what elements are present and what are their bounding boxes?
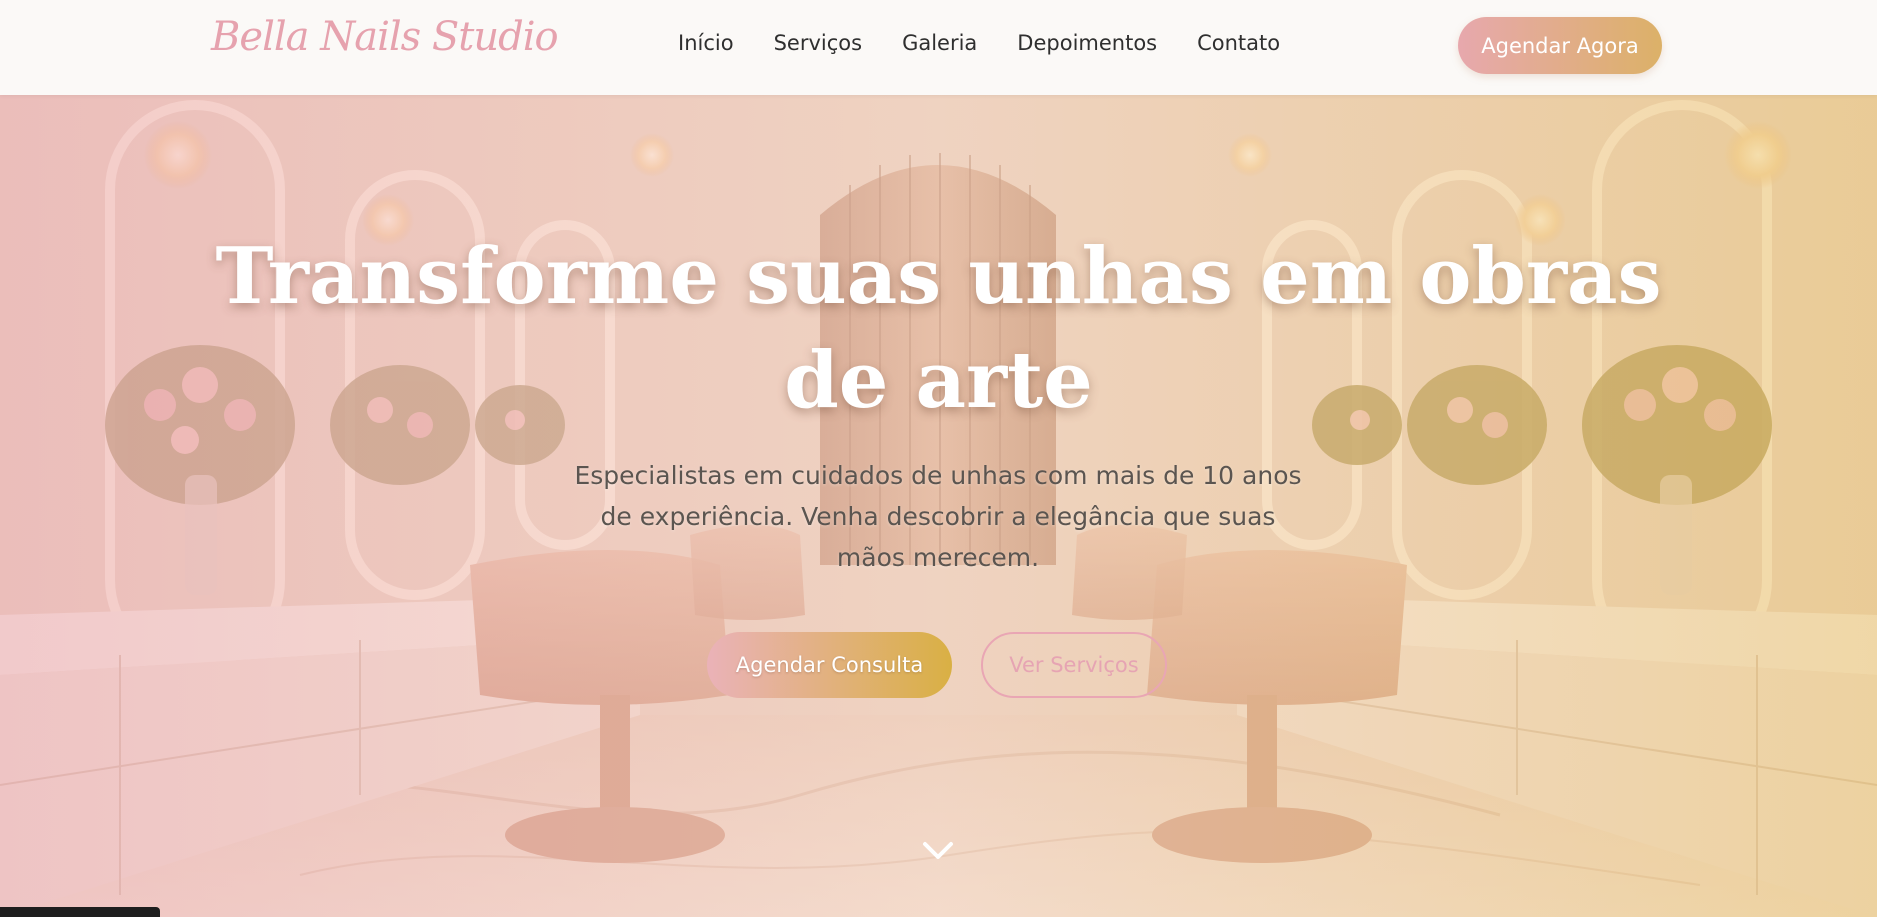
main-nav: Início Serviços Galeria Depoimentos Cont… [678,31,1320,55]
schedule-consultation-button[interactable]: Agendar Consulta [707,632,952,698]
nav-link-depoimentos[interactable]: Depoimentos [1017,31,1157,55]
hero-title: Transforme suas unhas em obras de arte [215,231,1662,426]
nav-link-contato[interactable]: Contato [1197,31,1280,55]
hero-section: Transforme suas unhas em obras de arte E… [0,95,1877,917]
brand-logo[interactable]: Bella Nails Studio [211,14,559,60]
nav-link-galeria[interactable]: Galeria [902,31,977,55]
view-services-button[interactable]: Ver Serviços [981,632,1167,698]
corner-widget [0,907,160,917]
nav-link-inicio[interactable]: Início [678,31,734,55]
schedule-now-button[interactable]: Agendar Agora [1458,17,1662,74]
chevron-down-icon[interactable] [919,836,957,864]
nav-link-servicos[interactable]: Serviços [774,31,862,55]
hero-subtitle: Especialistas em cuidados de unhas com m… [574,461,1302,572]
site-header: Bella Nails Studio Início Serviços Galer… [0,0,1877,95]
